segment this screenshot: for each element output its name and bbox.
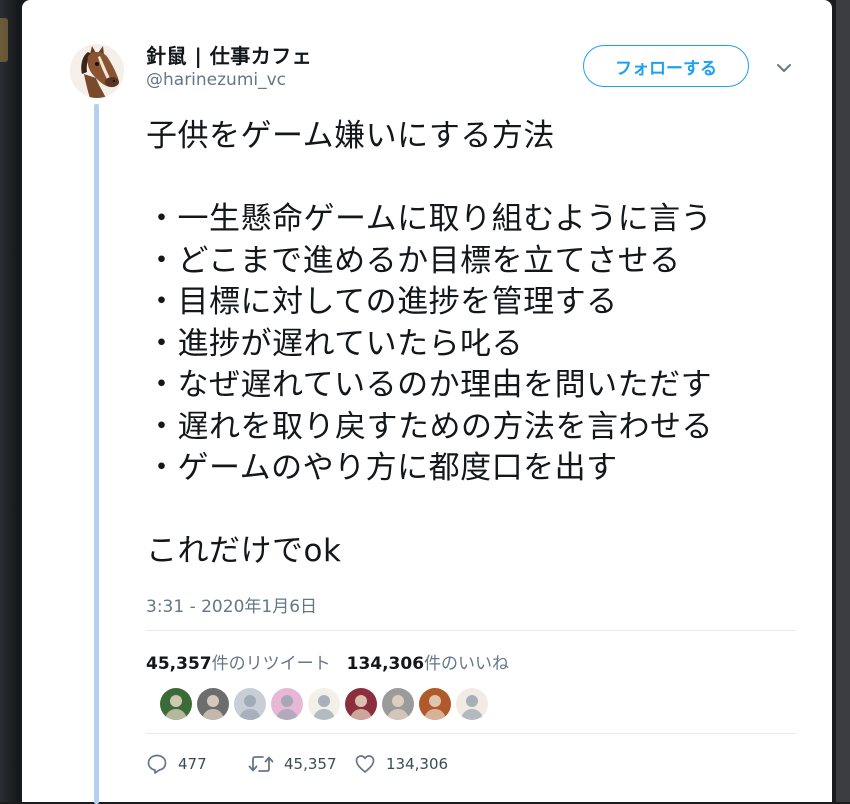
likes-count: 134,306	[346, 654, 425, 674]
tweet-line: ・目標に対しての進捗を管理する	[146, 284, 618, 320]
likes-label: 件のいいね	[424, 654, 510, 674]
liker-avatar-4[interactable]	[271, 688, 303, 720]
horse-avatar-icon[interactable]	[70, 44, 124, 98]
author-display-name[interactable]: 針鼠 | 仕事カフェ	[146, 40, 312, 69]
follow-button[interactable]: フォローする	[583, 45, 749, 87]
tweet-line: 子供をゲーム嫌いにする方法	[146, 118, 555, 154]
tweet-line: ・なぜ遅れているのか理由を問いただす	[146, 367, 713, 403]
retweet-count: 45,357	[284, 755, 337, 773]
thread-line	[94, 104, 99, 804]
like-count: 134,306	[386, 755, 449, 773]
heart-icon	[355, 755, 375, 773]
liker-avatar-2[interactable]	[197, 688, 229, 720]
chevron-down-icon[interactable]	[775, 60, 793, 74]
reply-count: 477	[178, 755, 207, 773]
divider	[146, 733, 796, 734]
liker-avatar-7[interactable]	[382, 688, 414, 720]
liker-avatar-6[interactable]	[345, 688, 377, 720]
tweet-line	[146, 490, 816, 532]
tweet-line: ・どこまで進めるか目標を立てさせる	[146, 242, 681, 279]
liker-avatar-8[interactable]	[419, 688, 451, 720]
tweet-line: これだけでok	[146, 533, 342, 569]
tweet-timestamp[interactable]: 3:31 - 2020年1月6日	[146, 592, 317, 617]
tweet-line: ・遅れを取り戻すための方法を言わせる	[146, 408, 713, 445]
liker-avatar-9[interactable]	[456, 688, 488, 720]
engagement-stats: 45,357件のリツイート 134,306件のいいね	[146, 649, 509, 674]
retweet-button[interactable]: 45,357	[248, 750, 337, 778]
reply-button[interactable]: 477	[146, 750, 207, 778]
reply-icon	[147, 754, 167, 774]
tweet-line: ・一生懸命ゲームに取り組むように言う	[146, 201, 713, 237]
retweets-count: 45,357	[146, 654, 212, 674]
tweet-text: 子供をゲーム嫌いにする方法 ・一生懸命ゲームに取り組むように言う ・どこまで進め…	[146, 116, 816, 573]
retweets-stat[interactable]: 45,357件のリツイート	[146, 654, 331, 674]
author-handle[interactable]: @harinezumi_vc	[146, 70, 286, 90]
liker-avatar-3[interactable]	[234, 688, 266, 720]
liker-avatar-5[interactable]	[308, 688, 340, 720]
scrollbar-track[interactable]	[836, 0, 850, 802]
background-window-edge	[0, 0, 20, 802]
retweets-label: 件のリツイート	[211, 654, 331, 674]
retweet-icon	[248, 756, 274, 772]
like-button[interactable]: 134,306	[354, 750, 448, 778]
divider	[146, 630, 796, 631]
tweet-line	[146, 158, 816, 200]
likes-stat[interactable]: 134,306件のいいね	[347, 654, 509, 674]
tweet-line: ・ゲームのやり方に都度口を出す	[146, 450, 618, 486]
background-window-fragment	[0, 18, 8, 62]
tweet-line: ・進捗が遅れていたら叱る	[146, 325, 524, 362]
liker-avatar-1[interactable]	[160, 688, 192, 720]
liker-avatars	[160, 688, 488, 720]
